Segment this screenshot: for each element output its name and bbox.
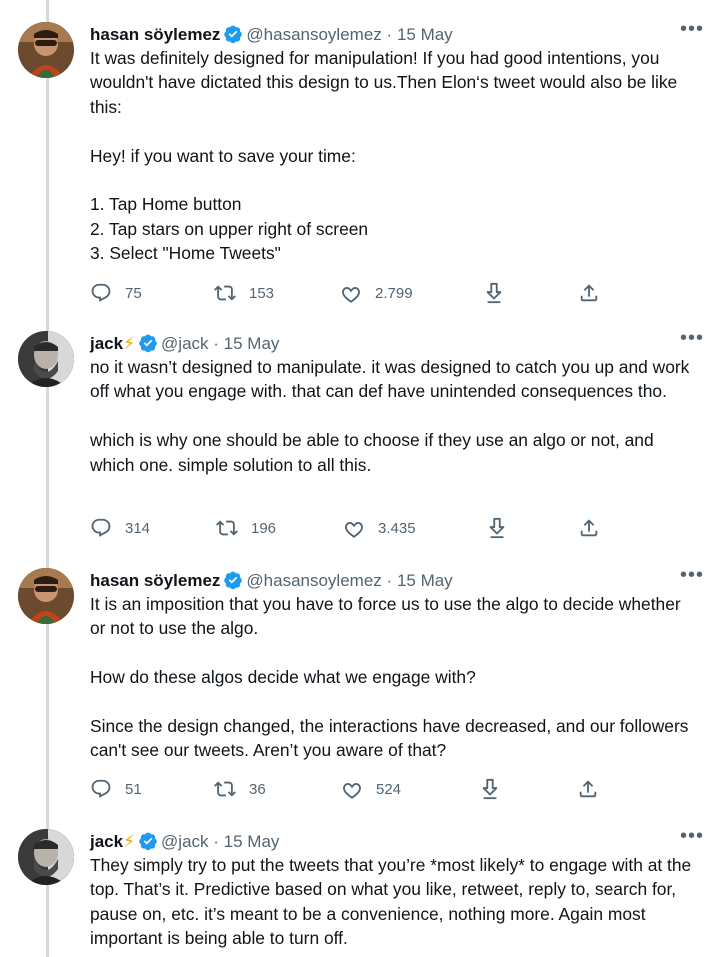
separator: · [213,334,219,353]
like-count: 3.435 [378,519,416,537]
verified-badge-icon [139,334,157,353]
reply-count: 314 [125,519,151,537]
like-icon [345,522,363,538]
tweet[interactable]: hasan söylemez @hasansoylemez · 15 May ••… [0,18,724,322]
retweet-count: 196 [251,519,277,537]
avatar[interactable] [18,22,74,78]
tweet-actions: 314 196 3.435 [90,515,724,541]
download-button[interactable] [479,776,514,802]
retweet-count: 153 [249,284,275,302]
name-emoji: ⚡ [123,832,136,851]
verified-badge-icon [224,25,243,44]
retweet-button[interactable]: 196 [216,515,276,541]
handle[interactable]: @hasansoylemez [246,571,381,590]
share-icon [579,780,597,798]
reply-button[interactable]: 75 [90,280,142,306]
display-name[interactable]: hasan söylemez [90,25,220,44]
timestamp[interactable]: 15 May [397,571,453,590]
avatar[interactable] [18,568,74,624]
separator: · [213,832,219,851]
handle[interactable]: @jack [161,334,209,353]
retweet-button[interactable]: 36 [214,776,266,802]
tweet-text: no it wasn’t designed to manipulate. it … [90,357,690,475]
reply-icon [91,779,111,798]
tweet[interactable]: jack⚡ @jack · 15 May ••• no it wasn’t des… [0,327,724,561]
download-icon [486,282,502,304]
like-button[interactable]: 2.799 [340,280,413,306]
timestamp[interactable]: 15 May [224,334,280,353]
more-icon[interactable]: ••• [680,562,704,588]
retweet-count: 36 [249,780,266,798]
like-button[interactable]: 524 [341,776,401,802]
tweet-text: It is an imposition that you have to for… [90,594,689,761]
reply-count: 75 [125,284,142,302]
share-button[interactable] [578,280,613,306]
like-count: 524 [376,780,402,798]
tweet-header: hasan söylemez @hasansoylemez · 15 May ••… [90,564,704,594]
like-count: 2.799 [375,284,413,302]
handle[interactable]: @jack [161,832,209,851]
display-name[interactable]: jack [90,334,123,353]
reply-icon [91,283,111,302]
tweet-header: hasan söylemez @hasansoylemez · 15 May ••… [90,18,704,48]
handle[interactable]: @hasansoylemez [246,25,381,44]
retweet-button[interactable]: 153 [214,280,274,306]
download-icon [482,778,498,800]
share-button[interactable] [577,776,612,802]
tweet-actions: 51 36 524 [90,776,724,802]
reply-button[interactable]: 314 [90,515,150,541]
separator: · [386,25,393,44]
separator: · [386,571,393,590]
tweet[interactable]: hasan söylemez @hasansoylemez · 15 May ••… [0,564,724,818]
more-icon[interactable]: ••• [680,823,704,849]
tweet[interactable]: jack⚡ @jack · 15 May ••• They simply try … [0,825,724,957]
tweet-header: jack⚡ @jack · 15 May ••• [90,327,704,357]
tweet-header: jack⚡ @jack · 15 May ••• [90,825,704,855]
download-button[interactable] [483,280,518,306]
display-name[interactable]: hasan söylemez [90,571,220,590]
tweet-text: They simply try to put the tweets that y… [90,855,692,949]
verified-badge-icon [224,571,243,590]
share-icon [580,284,598,302]
retweet-icon [216,520,238,536]
retweet-icon [214,781,236,797]
avatar[interactable] [18,829,74,885]
name-emoji: ⚡ [123,334,136,353]
verified-badge-icon [139,832,157,851]
avatar[interactable] [18,331,74,387]
tweet-text: It was definitely designed for manipulat… [90,48,678,264]
share-icon [580,519,598,537]
download-button[interactable] [486,515,521,541]
timestamp[interactable]: 15 May [224,832,280,851]
more-icon[interactable]: ••• [680,325,704,351]
share-button[interactable] [578,515,613,541]
reply-button[interactable]: 51 [90,776,142,802]
like-icon [342,287,360,303]
like-icon [343,783,361,799]
reply-count: 51 [125,780,142,798]
timestamp[interactable]: 15 May [397,25,453,44]
display-name[interactable]: jack [90,832,123,851]
reply-icon [91,518,111,537]
download-icon [489,517,505,539]
tweet-actions: 75 153 2.799 [90,280,724,306]
more-icon[interactable]: ••• [680,16,704,42]
retweet-icon [214,285,236,301]
like-button[interactable]: 3.435 [343,515,416,541]
